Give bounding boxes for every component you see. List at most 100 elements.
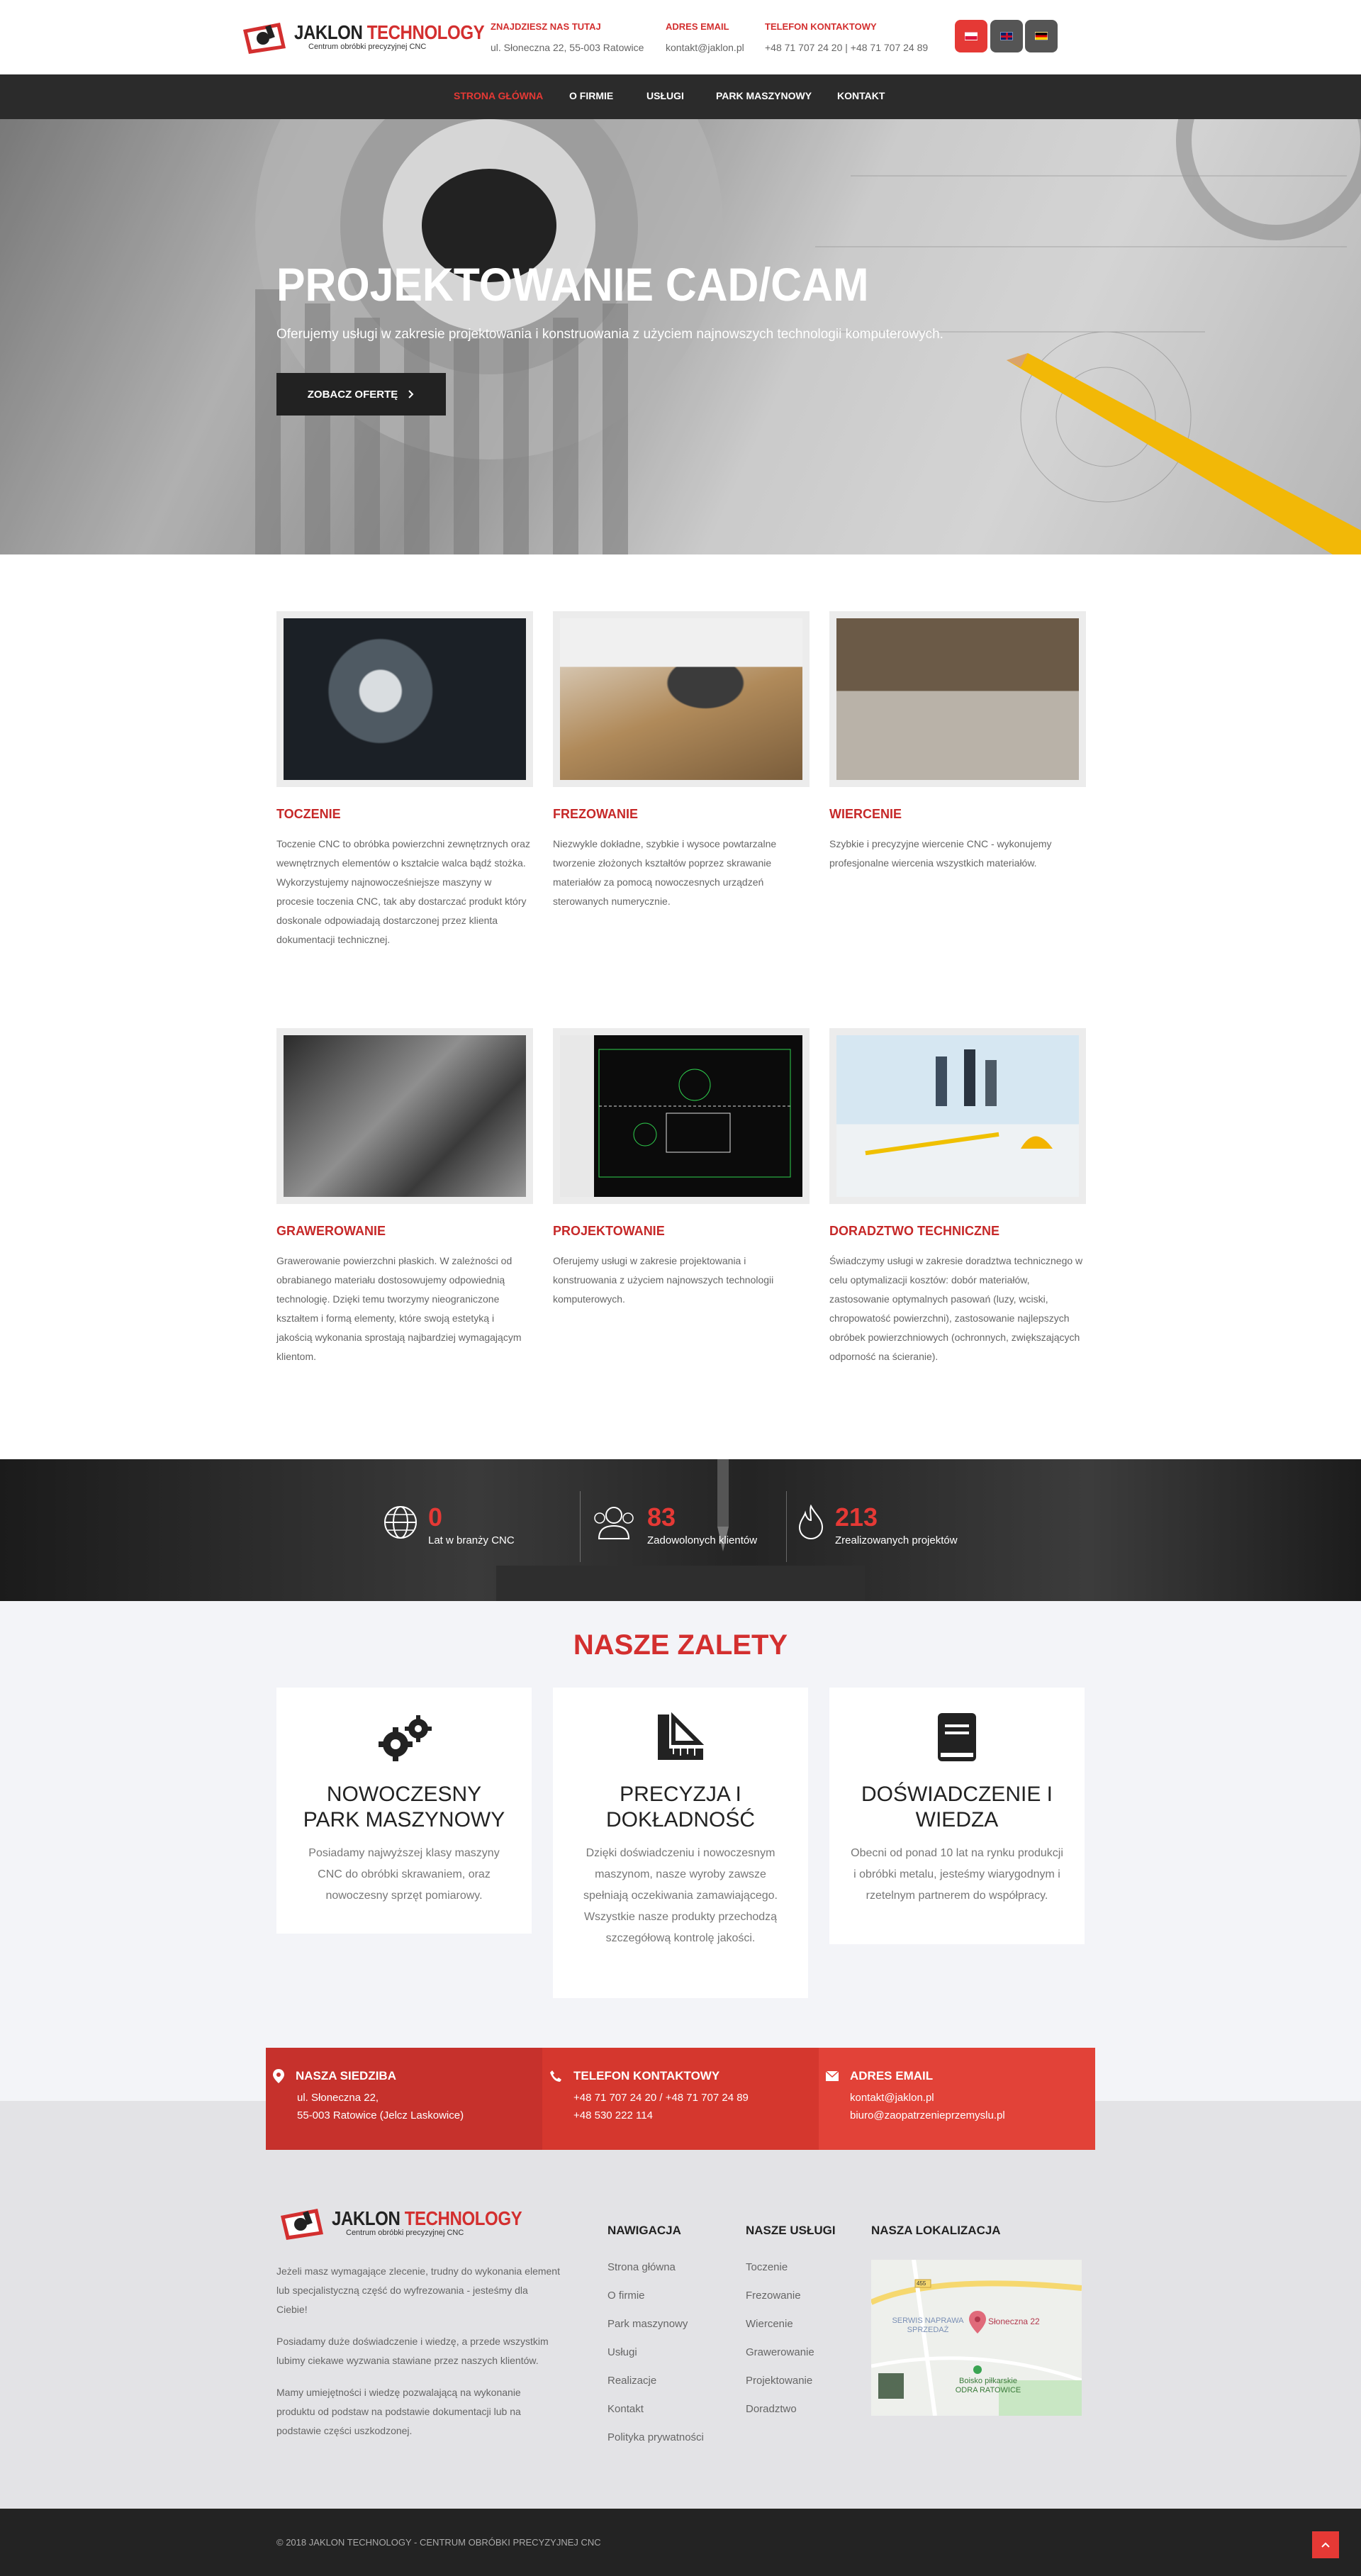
footer-link-milling[interactable]: Frezowanie	[746, 2290, 801, 2302]
footer-link-projects[interactable]: Realizacje	[607, 2375, 656, 2387]
service-engraving[interactable]: GRAWEROWANIE Grawerowanie powierzchni pł…	[276, 1028, 533, 1366]
de-flag-icon	[1035, 32, 1048, 40]
contact-address: NASZA SIEDZIBA ul. Słoneczna 22, 55-003 …	[266, 2048, 542, 2150]
service-image[interactable]	[276, 1028, 533, 1204]
advantage-card-experience: DOŚWIADCZENIE I WIEDZA Obecni od ponad 1…	[829, 1688, 1085, 1944]
advantages-section: NASZE ZALETY NOWOCZESNY PARK MASZYNOWY P…	[0, 1601, 1361, 2101]
header-phone[interactable]: TELEFON KONTAKTOWY +48 71 707 24 20 | +4…	[765, 21, 928, 53]
service-description: Świadczymy usługi w zakresie doradztwa t…	[829, 1255, 1083, 1362]
service-title[interactable]: WIERCENIE	[829, 807, 1086, 822]
service-consulting[interactable]: DORADZTWO TECHNICZNE Świadczymy usługi w…	[829, 1028, 1086, 1366]
cad-drawing-image	[598, 1049, 791, 1178]
hero-subtitle: Oferujemy usługi w zakresie projektowani…	[276, 327, 943, 342]
uk-flag-icon	[1000, 32, 1013, 40]
stat-divider	[786, 1491, 787, 1562]
nav-item-home[interactable]: STRONA GŁÓWNA	[454, 90, 543, 101]
phone-icon	[550, 2070, 561, 2082]
service-title[interactable]: PROJEKTOWANIE	[553, 1224, 810, 1239]
ruler-icon	[658, 1712, 705, 1760]
main-nav: STRONA GŁÓWNA O FIRMIE USŁUGI PARK MASZY…	[0, 74, 1361, 171]
language-en-button[interactable]	[990, 20, 1023, 52]
footer-link-privacy[interactable]: Polityka prywatności	[607, 2431, 704, 2443]
stat-projects: 213 Zrealizowanych projektów	[797, 1505, 958, 1546]
logo-subtitle: Centrum obróbki precyzyjnej CNC	[346, 2229, 464, 2237]
location-map[interactable]: Słoneczna 22 SERWIS NAPRAWA SPRZEDAŻ Boi…	[871, 2260, 1082, 2416]
service-turning[interactable]: TOCZENIE Toczenie CNC to obróbka powierz…	[276, 611, 533, 949]
map-pin-icon	[273, 2069, 284, 2083]
service-title[interactable]: TOCZENIE	[276, 807, 533, 822]
service-image[interactable]	[829, 1028, 1086, 1204]
gears-icon	[379, 1715, 432, 1761]
footer-link-design[interactable]: Projektowanie	[746, 2375, 812, 2387]
consulting-photo	[865, 1049, 1053, 1156]
advantage-card-machinery: NOWOCZESNY PARK MASZYNOWY Posiadamy najw…	[276, 1688, 532, 1934]
globe-icon	[384, 1506, 417, 1539]
nav-item-contact[interactable]: KONTAKT	[837, 90, 885, 101]
scroll-to-top-button[interactable]	[1312, 2531, 1339, 2558]
service-title[interactable]: DORADZTWO TECHNICZNE	[829, 1224, 1086, 1239]
service-description: Toczenie CNC to obróbka powierzchni zewn…	[276, 838, 530, 945]
hero-slider: PROJEKTOWANIE CAD/CAM Oferujemy usługi w…	[0, 119, 1361, 554]
logo-emblem-icon	[281, 2209, 323, 2240]
footer-logo[interactable]: JAKLON TECHNOLOGY Centrum obróbki precyz…	[276, 2203, 522, 2244]
service-milling[interactable]: FREZOWANIE Niezwykle dokładne, szybkie i…	[553, 611, 810, 911]
nav-item-machinery[interactable]: PARK MASZYNOWY	[716, 90, 812, 101]
language-de-button[interactable]	[1025, 20, 1058, 52]
service-image[interactable]	[829, 611, 1086, 787]
book-icon	[938, 1713, 976, 1761]
footer-about-1: Jeżeli masz wymagające zlecenie, trudny …	[276, 2265, 560, 2315]
service-design[interactable]: PROJEKTOWANIE Oferujemy usługi w zakresi…	[553, 1028, 810, 1309]
pl-flag-icon	[965, 32, 978, 40]
footer-link-contact[interactable]: Kontakt	[607, 2403, 644, 2415]
chevron-right-icon	[408, 390, 414, 398]
service-description: Szybkie i precyzyjne wiercenie CNC - wyk…	[829, 838, 1052, 869]
footer	[0, 2101, 1361, 2509]
footer-link-services[interactable]: Usługi	[607, 2346, 637, 2358]
service-image[interactable]	[553, 611, 810, 787]
footer-link-drilling[interactable]: Wiercenie	[746, 2318, 793, 2330]
header-email[interactable]: ADRES EMAIL kontakt@jaklon.pl	[666, 21, 744, 53]
nav-item-about[interactable]: O FIRMIE	[569, 90, 613, 101]
service-drilling[interactable]: WIERCENIE Szybkie i precyzyjne wiercenie…	[829, 611, 1086, 873]
contact-email[interactable]: ADRES EMAIL kontakt@jaklon.pl biuro@zaop…	[819, 2048, 1095, 2150]
logo-subtitle: Centrum obróbki precyzyjnej CNC	[308, 43, 427, 51]
stats-section: 0 Lat w branży CNC 83 Zadowolonych klien…	[0, 1459, 1361, 1601]
advantages-heading: NASZE ZALETY	[573, 1629, 788, 1661]
envelope-icon	[826, 2071, 839, 2081]
logo-emblem-icon	[243, 23, 286, 54]
footer-map-heading: NASZA LOKALIZACJA	[871, 2224, 1001, 2237]
see-offer-button[interactable]: ZOBACZ OFERTĘ	[276, 373, 446, 416]
footer-link-engraving[interactable]: Grawerowanie	[746, 2346, 814, 2358]
flame-icon	[798, 1505, 824, 1540]
logo[interactable]: JAKLON TECHNOLOGY Centrum obróbki precyz…	[239, 17, 485, 58]
advantage-card-precision: PRECYZJA I DOKŁADNOŚĆ Dzięki doświadczen…	[553, 1688, 808, 1998]
footer-link-about[interactable]: O firmie	[607, 2290, 645, 2302]
service-title[interactable]: FREZOWANIE	[553, 807, 810, 822]
footer-link-turning[interactable]: Toczenie	[746, 2261, 788, 2273]
service-description: Niezwykle dokładne, szybkie i wysoce pow…	[553, 838, 777, 907]
contact-strip: NASZA SIEDZIBA ul. Słoneczna 22, 55-003 …	[266, 2048, 1095, 2150]
copyright-bar: © 2018 JAKLON TECHNOLOGY - CENTRUM OBRÓB…	[0, 2509, 1361, 2576]
nav-item-services[interactable]: USŁUGI	[646, 90, 684, 101]
logo-title: JAKLON TECHNOLOGY	[332, 2207, 522, 2229]
footer-about-2: Posiadamy duże doświadczenie i wiedzę, a…	[276, 2336, 549, 2366]
users-icon	[594, 1507, 634, 1539]
footer-link-home[interactable]: Strona główna	[607, 2261, 676, 2273]
hero-title: PROJEKTOWANIE CAD/CAM	[276, 258, 869, 311]
chevron-up-icon	[1321, 2542, 1330, 2548]
contact-phone[interactable]: TELEFON KONTAKTOWY +48 71 707 24 20 / +4…	[542, 2048, 819, 2150]
service-image[interactable]	[553, 1028, 810, 1204]
footer-services-heading: NASZE USŁUGI	[746, 2224, 836, 2237]
service-title[interactable]: GRAWEROWANIE	[276, 1224, 533, 1239]
footer-nav-heading: NAWIGACJA	[607, 2224, 681, 2237]
copyright-text: © 2018 JAKLON TECHNOLOGY - CENTRUM OBRÓB…	[276, 2537, 601, 2548]
service-description: Grawerowanie powierzchni płaskich. W zal…	[276, 1255, 522, 1362]
header-address: ZNAJDZIESZ NAS TUTAJ ul. Słoneczna 22, 5…	[491, 21, 644, 53]
header: JAKLON TECHNOLOGY Centrum obróbki precyz…	[0, 0, 1361, 74]
service-image[interactable]	[276, 611, 533, 787]
footer-link-machinery[interactable]: Park maszynowy	[607, 2318, 688, 2330]
footer-link-consulting[interactable]: Doradztwo	[746, 2403, 797, 2415]
logo-title: JAKLON TECHNOLOGY	[294, 21, 485, 43]
footer-about-3: Mamy umiejętności i wiedzę pozwalającą n…	[276, 2387, 521, 2436]
language-pl-button[interactable]	[955, 20, 987, 52]
